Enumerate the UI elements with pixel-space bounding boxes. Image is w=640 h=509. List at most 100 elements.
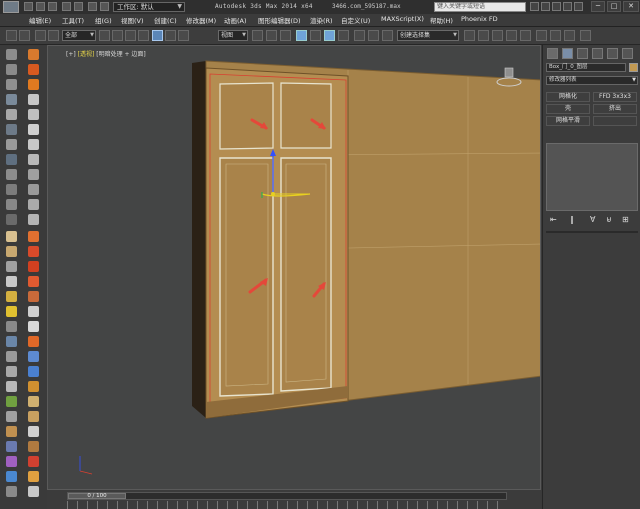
align-icon[interactable] xyxy=(382,30,393,41)
close-button[interactable]: ✕ xyxy=(623,1,639,12)
mirror-icon[interactable] xyxy=(368,30,379,41)
modifier-button-ffd[interactable]: FFD 3x3x3 xyxy=(593,92,637,102)
window-crossing-icon[interactable] xyxy=(138,30,149,41)
plugin-tool-icon[interactable] xyxy=(28,49,39,60)
select-move-icon[interactable] xyxy=(152,30,163,41)
plugin-tool-icon[interactable] xyxy=(6,411,17,422)
undo-icon[interactable] xyxy=(62,2,71,11)
select-object-icon[interactable] xyxy=(99,30,110,41)
viewcube[interactable] xyxy=(496,66,522,90)
plugin-tool-icon[interactable] xyxy=(6,261,17,272)
plugin-tool-icon[interactable] xyxy=(28,94,39,105)
plugin-tool-icon[interactable] xyxy=(28,426,39,437)
plugin-tool-icon[interactable] xyxy=(28,411,39,422)
configure-modifier-sets-icon[interactable]: ⊞ xyxy=(622,215,629,224)
plugin-tool-icon[interactable] xyxy=(6,79,17,90)
keyboard-shortcut-icon[interactable] xyxy=(280,30,291,41)
menu-views[interactable]: 视图(V) xyxy=(121,15,144,25)
menu-rendering[interactable]: 渲染(R) xyxy=(310,15,333,25)
curve-editor-icon[interactable] xyxy=(492,30,503,41)
menu-customize[interactable]: 自定义(U) xyxy=(341,15,370,25)
plugin-tool-icon[interactable] xyxy=(28,169,39,180)
plugin-tool-icon[interactable] xyxy=(6,351,17,362)
display-tab-icon[interactable] xyxy=(607,48,618,59)
workspace-dropdown[interactable]: 工作区: 默认 ▼ xyxy=(113,2,185,12)
plugin-tool-icon[interactable] xyxy=(6,336,17,347)
plugin-tool-icon[interactable] xyxy=(28,336,39,347)
plugin-tool-icon[interactable] xyxy=(28,486,39,497)
plugin-tool-icon[interactable] xyxy=(28,79,39,90)
object-color-swatch[interactable] xyxy=(629,63,638,72)
menu-group[interactable]: 组(G) xyxy=(95,15,112,25)
rendered-frame-window-icon[interactable] xyxy=(550,30,561,41)
project-folder-icon[interactable] xyxy=(88,2,97,11)
plugin-tool-icon[interactable] xyxy=(6,231,17,242)
plugin-tool-icon[interactable] xyxy=(6,276,17,287)
plugin-tool-icon[interactable] xyxy=(28,246,39,257)
search-input[interactable]: 键入关键字或短语 xyxy=(434,2,526,12)
plugin-tool-icon[interactable] xyxy=(28,109,39,120)
plugin-tool-icon[interactable] xyxy=(6,366,17,377)
plugin-tool-icon[interactable] xyxy=(6,486,17,497)
minimize-button[interactable]: ─ xyxy=(591,1,605,12)
modify-tab-icon[interactable] xyxy=(562,48,573,59)
teapot-render-icon[interactable] xyxy=(580,30,591,41)
modifier-list-dropdown[interactable]: 修改器列表 ▼ xyxy=(546,76,638,85)
redo-icon[interactable] xyxy=(74,2,83,11)
plugin-tool-icon[interactable] xyxy=(6,321,17,332)
pin-stack-icon[interactable]: ⇤ xyxy=(550,215,557,224)
plugin-tool-icon[interactable] xyxy=(28,154,39,165)
pivot-center-icon[interactable] xyxy=(252,30,263,41)
plugin-tool-icon[interactable] xyxy=(28,276,39,287)
plugin-tool-icon[interactable] xyxy=(6,154,17,165)
utilities-tab-icon[interactable] xyxy=(622,48,633,59)
layer-manager-icon[interactable] xyxy=(464,30,475,41)
plugin-tool-icon[interactable] xyxy=(6,214,17,225)
plugin-tool-icon[interactable] xyxy=(6,471,17,482)
plugin-tool-icon[interactable] xyxy=(28,139,39,150)
plugin-tool-icon[interactable] xyxy=(28,321,39,332)
plugin-tool-icon[interactable] xyxy=(28,441,39,452)
quick-access-dropdown-icon[interactable] xyxy=(100,2,109,11)
modifier-button-empty[interactable] xyxy=(593,116,637,126)
plugin-tool-icon[interactable] xyxy=(6,306,17,317)
hierarchy-tab-icon[interactable] xyxy=(577,48,588,59)
perspective-viewport[interactable]: [+] [透视] [明暗处理 + 边面] xyxy=(47,45,541,490)
plugin-tool-icon[interactable] xyxy=(6,64,17,75)
plugin-tool-icon[interactable] xyxy=(28,124,39,135)
plugin-tool-icon[interactable] xyxy=(28,381,39,392)
select-rotate-icon[interactable] xyxy=(165,30,176,41)
maximize-button[interactable]: □ xyxy=(607,1,621,12)
subscription-icon[interactable] xyxy=(541,2,550,11)
save-file-icon[interactable] xyxy=(48,2,57,11)
communication-icon[interactable] xyxy=(552,2,561,11)
modifier-button-meshsmooth[interactable]: 网格平滑 xyxy=(546,116,590,126)
render-production-icon[interactable] xyxy=(564,30,575,41)
app-logo-icon[interactable] xyxy=(3,1,19,13)
object-name-field[interactable]: Box_门_0_图层 xyxy=(546,63,626,72)
plugin-tool-icon[interactable] xyxy=(28,396,39,407)
plugin-tool-icon[interactable] xyxy=(6,184,17,195)
link-icon[interactable] xyxy=(35,30,46,41)
spinner-snap-icon[interactable] xyxy=(338,30,349,41)
menu-create[interactable]: 创建(C) xyxy=(154,15,177,25)
rectangular-selection-icon[interactable] xyxy=(125,30,136,41)
time-slider-track[interactable]: 0 / 100 xyxy=(67,492,507,500)
material-editor-icon[interactable] xyxy=(520,30,531,41)
percent-snap-icon[interactable] xyxy=(324,30,335,41)
select-scale-icon[interactable] xyxy=(178,30,189,41)
plugin-tool-icon[interactable] xyxy=(28,231,39,242)
time-slider-handle[interactable]: 0 / 100 xyxy=(68,493,126,499)
plugin-tool-icon[interactable] xyxy=(6,109,17,120)
plugin-tool-icon[interactable] xyxy=(6,124,17,135)
plugin-tool-icon[interactable] xyxy=(6,139,17,150)
show-end-result-icon[interactable]: ‖ xyxy=(570,215,574,224)
plugin-tool-icon[interactable] xyxy=(28,471,39,482)
plugin-tool-icon[interactable] xyxy=(28,306,39,317)
plugin-tool-icon[interactable] xyxy=(28,184,39,195)
plugin-tool-icon[interactable] xyxy=(6,426,17,437)
menu-animation[interactable]: 动画(A) xyxy=(224,15,247,25)
modifier-stack[interactable] xyxy=(546,143,638,211)
create-tab-icon[interactable] xyxy=(547,48,558,59)
menu-tools[interactable]: 工具(T) xyxy=(62,15,84,25)
